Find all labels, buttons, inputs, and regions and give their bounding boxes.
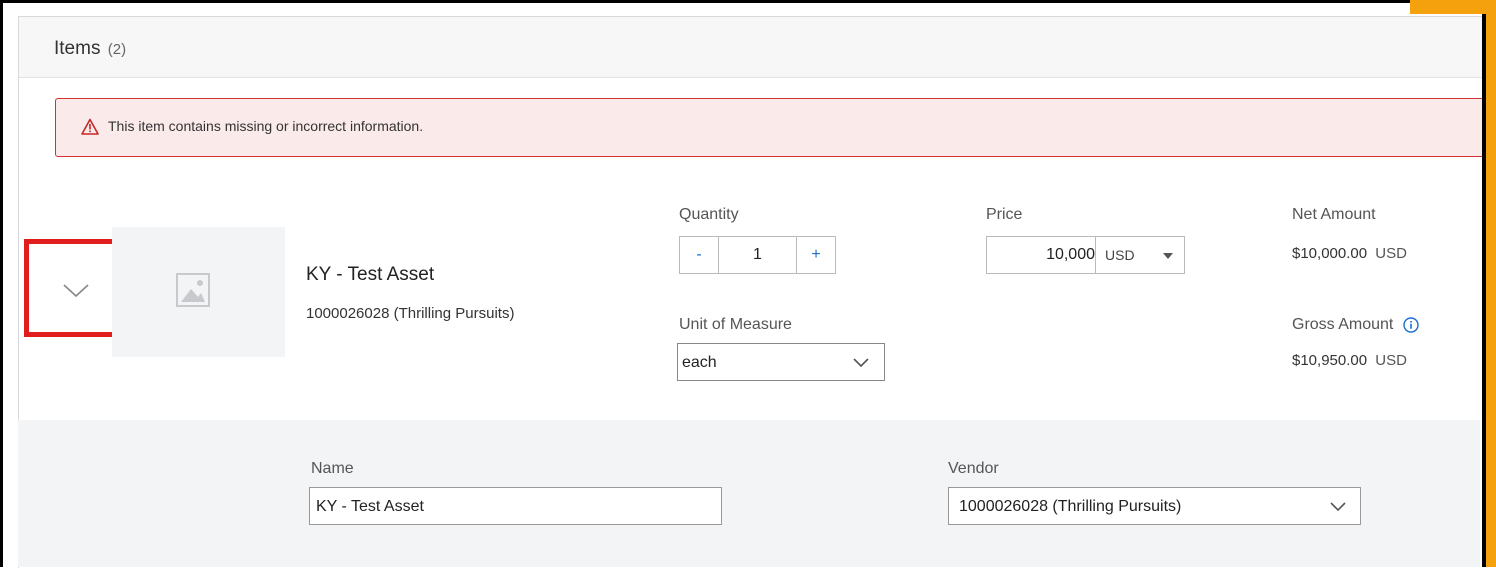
price-currency-select[interactable]: USD	[1105, 237, 1135, 273]
gross-amount-label-row: Gross Amount	[1292, 316, 1419, 334]
price-label: Price	[986, 206, 1023, 223]
chevron-down-icon	[853, 358, 869, 367]
chevron-down-icon	[63, 284, 89, 298]
price-field: 10,000 USD	[986, 236, 1185, 274]
quantity-decrement-button[interactable]: -	[680, 237, 719, 273]
gross-amount-currency: USD	[1375, 352, 1407, 369]
price-input[interactable]: 10,000	[987, 237, 1096, 273]
image-placeholder-icon	[176, 273, 210, 307]
net-amount: $10,000.00 USD	[1292, 245, 1407, 262]
vendor-label: Vendor	[948, 460, 999, 477]
net-amount-value: $10,000.00	[1292, 245, 1368, 262]
quantity-increment-button[interactable]: +	[796, 237, 835, 273]
caret-down-icon[interactable]	[1163, 253, 1173, 259]
item-vendor-subtitle: 1000026028 (Thrilling Pursuits)	[306, 305, 515, 322]
quantity-stepper: - 1 +	[679, 236, 836, 274]
gross-amount-label: Gross Amount	[1292, 316, 1394, 333]
uom-label: Unit of Measure	[679, 316, 792, 333]
warning-icon	[81, 118, 99, 135]
orange-accent-tab	[1410, 0, 1496, 14]
items-panel-header: Items (2)	[19, 17, 1483, 78]
item-image-placeholder	[112, 227, 285, 357]
quantity-input[interactable]: 1	[718, 237, 797, 273]
chevron-down-icon	[1330, 502, 1346, 511]
uom-select[interactable]: each	[677, 343, 885, 381]
vendor-select[interactable]: 1000026028 (Thrilling Pursuits)	[948, 487, 1361, 525]
expand-item-button[interactable]	[24, 239, 118, 337]
name-label: Name	[311, 460, 354, 477]
info-icon[interactable]	[1403, 317, 1419, 333]
uom-selected-value: each	[682, 354, 717, 371]
quantity-label: Quantity	[679, 206, 739, 223]
orange-accent-bar	[1486, 0, 1496, 567]
gross-amount: $10,950.00 USD	[1292, 352, 1407, 369]
items-title: Items (2)	[54, 38, 126, 60]
items-count: (2)	[107, 41, 127, 58]
item-name[interactable]: KY - Test Asset	[306, 264, 434, 286]
name-input[interactable]: KY - Test Asset	[309, 487, 722, 525]
name-input-value: KY - Test Asset	[316, 498, 424, 515]
net-amount-currency: USD	[1375, 245, 1407, 262]
vendor-selected-value: 1000026028 (Thrilling Pursuits)	[959, 498, 1182, 515]
net-amount-label: Net Amount	[1292, 206, 1376, 223]
gross-amount-value: $10,950.00	[1292, 352, 1368, 369]
error-banner: This item contains missing or incorrect …	[55, 98, 1485, 157]
items-title-label: Items	[54, 38, 101, 59]
error-message: This item contains missing or incorrect …	[108, 118, 424, 134]
